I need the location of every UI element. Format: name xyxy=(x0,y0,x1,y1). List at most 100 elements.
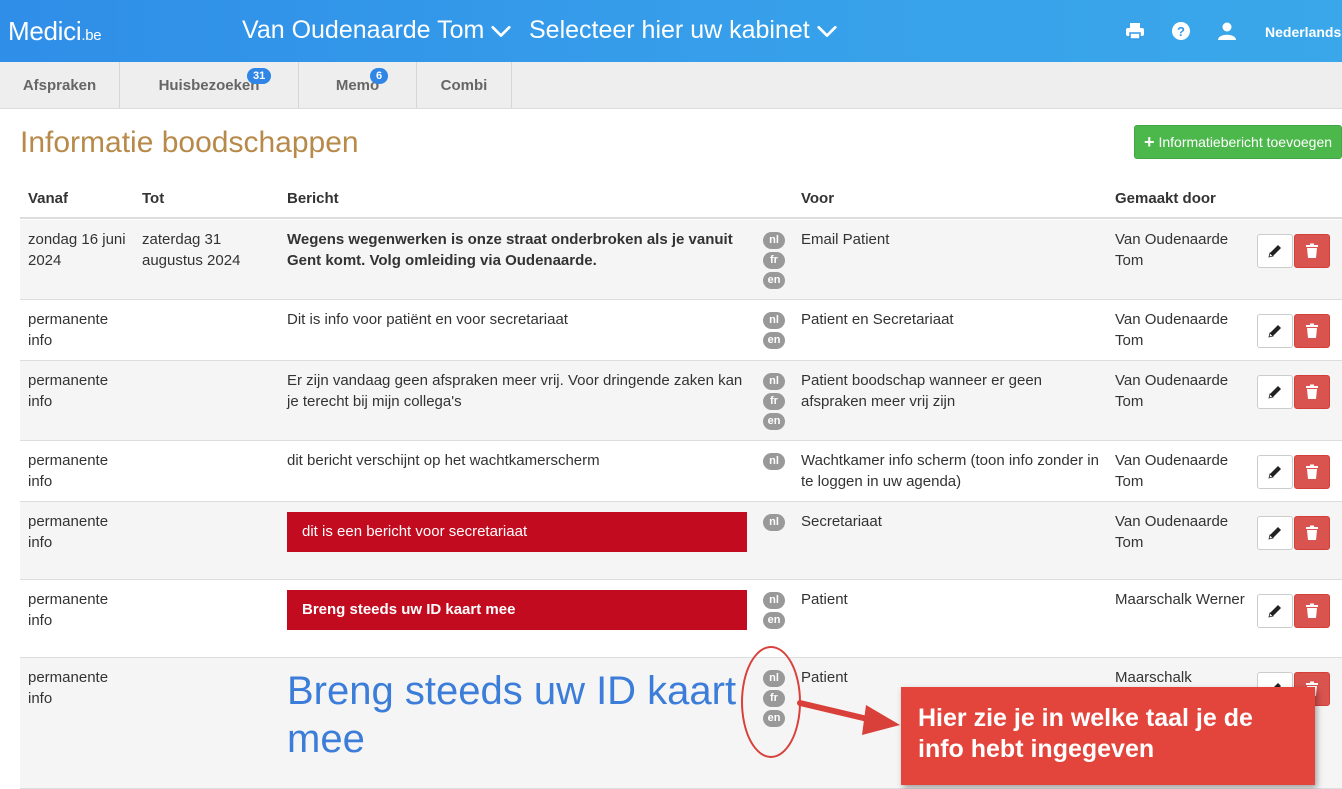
cabinet-selector[interactable]: Selecteer hier uw kabinet xyxy=(529,16,838,45)
message-alert: Breng steeds uw ID kaart mee xyxy=(287,590,747,630)
table-row: permanente info dit bericht verschijnt op… xyxy=(20,441,1342,502)
tab-afspraken[interactable]: Afspraken xyxy=(0,62,120,108)
cell-bericht: Er zijn vandaag geen afspraken meer vrij… xyxy=(287,370,749,412)
cell-voor: Patient xyxy=(801,591,848,608)
brand-tld: .be xyxy=(81,27,102,44)
table-row: permanente info Breng steeds uw ID kaart … xyxy=(20,580,1342,658)
delete-button[interactable] xyxy=(1294,516,1330,550)
edit-button[interactable] xyxy=(1257,375,1293,409)
annotation-callout: Hier zie je in welke taal je de info heb… xyxy=(901,687,1315,785)
language-pill-nl: nl xyxy=(763,592,785,609)
message-text: Breng steeds uw ID kaart mee xyxy=(287,669,737,761)
cell-voor: Secretariaat xyxy=(801,513,882,530)
tab-combi[interactable]: Combi xyxy=(417,62,512,108)
edit-button[interactable] xyxy=(1257,594,1293,628)
cell-vanaf: permanente info xyxy=(28,669,109,707)
delete-button[interactable] xyxy=(1294,234,1330,268)
language-pill-en: en xyxy=(763,332,785,349)
user-icon[interactable] xyxy=(1217,21,1237,41)
count-badge: 31 xyxy=(247,68,272,84)
tab-huisbezoeken[interactable]: Huisbezoeken 31 xyxy=(120,62,299,108)
table-header: Vanaf Tot Bericht Voor Gemaakt door xyxy=(20,178,1342,219)
add-info-message-button[interactable]: + Informatiebericht toevoegen xyxy=(1134,125,1342,159)
add-button-label: Informatiebericht toevoegen xyxy=(1158,134,1333,150)
pencil-icon xyxy=(1268,386,1281,399)
cell-vanaf: permanente info xyxy=(28,591,109,629)
cell-voor: Wachtkamer info scherm (toon info zonder… xyxy=(801,452,1099,490)
language-pills: nl xyxy=(763,453,785,470)
main-tabs: Afspraken Huisbezoeken 31 Memo 6 Combi xyxy=(0,62,1342,109)
brand-name: Medici xyxy=(8,16,82,46)
doctor-selector[interactable]: Van Oudenaarde Tom xyxy=(242,16,512,45)
language-pills: nl fr en xyxy=(763,232,785,289)
chevron-down-icon xyxy=(817,25,837,37)
table-row: permanente info dit is een bericht voor s… xyxy=(20,502,1342,580)
message-large: Breng steeds uw ID kaart mee xyxy=(287,667,737,763)
language-selector[interactable]: Nederlands xyxy=(1265,24,1341,40)
language-pills: nl en xyxy=(763,312,785,349)
delete-button[interactable] xyxy=(1294,455,1330,489)
language-pills: nl en xyxy=(763,592,785,629)
language-pill-nl: nl xyxy=(763,232,785,249)
plus-icon: + xyxy=(1143,131,1155,152)
cell-bericht: Breng steeds uw ID kaart mee xyxy=(287,667,749,763)
table-row: permanente info Dit is info voor patiënt … xyxy=(20,300,1342,361)
cell-gemaakt-door: Van Oudenaarde Tom xyxy=(1115,311,1229,349)
top-navbar: Medici.be Van Oudenaarde Tom Selecteer h… xyxy=(0,0,1342,62)
language-pills: nl xyxy=(763,514,785,531)
delete-button[interactable] xyxy=(1294,314,1330,348)
language-pills: nl fr en xyxy=(763,373,785,430)
cell-gemaakt-door: Van Oudenaarde Tom xyxy=(1115,372,1229,410)
help-icon[interactable]: ? xyxy=(1171,21,1191,41)
tab-label: Afspraken xyxy=(22,76,97,94)
cell-bericht: Wegens wegenwerken is onze straat onderb… xyxy=(287,229,749,271)
message-alert: dit is een bericht voor secretariaat xyxy=(287,512,747,552)
chevron-down-icon xyxy=(491,25,511,37)
tab-label: Combi xyxy=(440,76,488,94)
language-pill-nl: nl xyxy=(763,514,785,531)
trash-icon xyxy=(1306,243,1318,258)
cell-tot: zaterdag 31 augustus 2024 xyxy=(142,231,241,269)
column-header-bericht[interactable]: Bericht xyxy=(287,190,339,207)
edit-button[interactable] xyxy=(1257,314,1293,348)
tab-memo[interactable]: Memo 6 xyxy=(299,62,417,108)
cell-vanaf: permanente info xyxy=(28,513,109,551)
column-header-tot[interactable]: Tot xyxy=(142,190,164,207)
edit-button[interactable] xyxy=(1257,234,1293,268)
edit-button[interactable] xyxy=(1257,516,1293,550)
trash-icon xyxy=(1306,384,1318,399)
language-pill-nl: nl xyxy=(763,312,785,329)
language-pill-nl: nl xyxy=(763,373,785,390)
page-title: Informatie boodschappen xyxy=(20,126,359,159)
column-header-gemaakt-door[interactable]: Gemaakt door xyxy=(1115,190,1216,207)
cell-gemaakt-door: Van Oudenaarde Tom xyxy=(1115,231,1229,269)
trash-icon xyxy=(1306,464,1318,479)
cell-voor: Patient boodschap wanneer er geen afspra… xyxy=(801,372,1043,410)
svg-text:?: ? xyxy=(1177,24,1185,39)
cell-gemaakt-door: Maarschalk Werner xyxy=(1115,591,1245,608)
cell-voor: Patient xyxy=(801,669,848,686)
column-header-vanaf[interactable]: Vanaf xyxy=(28,190,68,207)
cell-vanaf: zondag 16 juni 2024 xyxy=(28,231,126,269)
cell-bericht: Dit is info voor patiënt en voor secreta… xyxy=(287,309,749,330)
cell-bericht: dit is een bericht voor secretariaat xyxy=(287,511,749,552)
count-badge: 6 xyxy=(370,68,389,84)
language-pill-en: en xyxy=(763,612,785,629)
cell-vanaf: permanente info xyxy=(28,452,109,490)
cell-bericht: Breng steeds uw ID kaart mee xyxy=(287,589,749,630)
annotation-ellipse xyxy=(741,646,801,758)
cell-gemaakt-door: Maarschalk xyxy=(1115,669,1192,686)
annotation-arrow-icon xyxy=(797,700,900,735)
edit-button[interactable] xyxy=(1257,455,1293,489)
print-icon[interactable] xyxy=(1125,21,1145,41)
cell-bericht: dit bericht verschijnt op het wachtkamer… xyxy=(287,450,749,471)
cell-voor: Email Patient xyxy=(801,231,890,248)
cell-gemaakt-door: Van Oudenaarde Tom xyxy=(1115,513,1229,551)
delete-button[interactable] xyxy=(1294,375,1330,409)
delete-button[interactable] xyxy=(1294,594,1330,628)
column-header-voor[interactable]: Voor xyxy=(801,190,834,207)
pencil-icon xyxy=(1268,605,1281,618)
brand-logo[interactable]: Medici.be xyxy=(8,16,102,47)
message-text: dit is een bericht voor secretariaat xyxy=(302,523,528,540)
cabinet-label: Selecteer hier uw kabinet xyxy=(529,16,810,44)
